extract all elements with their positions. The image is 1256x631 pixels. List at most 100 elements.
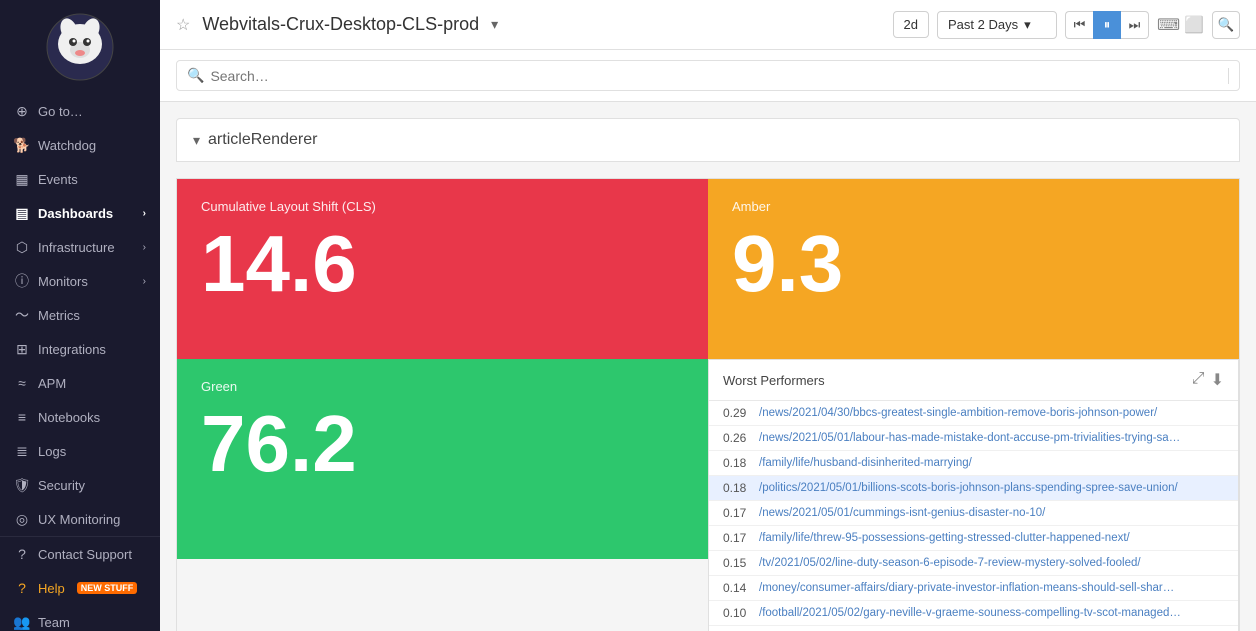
monitors-icon: ⓘ [14, 273, 30, 289]
wp-score-0: 0.29 [723, 406, 759, 420]
metric-label-green: Green [201, 379, 684, 394]
integrations-icon: ⊞ [14, 341, 30, 357]
prev-button[interactable]: ⏮ [1065, 11, 1093, 39]
wp-url-8[interactable]: /football/2021/05/02/gary-neville-v-grae… [759, 607, 1224, 619]
wp-url-6[interactable]: /tv/2021/05/02/line-duty-season-6-episod… [759, 557, 1224, 569]
wp-score-4: 0.17 [723, 506, 759, 520]
wp-row-9[interactable]: 0.07 /business/2021/05/02/bidens-bazooka… [709, 626, 1238, 631]
wp-row-4[interactable]: 0.17 /news/2021/05/01/cummings-isnt-geni… [709, 501, 1238, 526]
monitors-chevron: › [143, 276, 146, 287]
wp-row-7[interactable]: 0.14 /money/consumer-affairs/diary-priva… [709, 576, 1238, 601]
keyboard-shortcut-icon[interactable]: ⌨ [1157, 15, 1180, 35]
sidebar-item-help[interactable]: ? Help NEW STUFF [0, 571, 160, 605]
time-selector-chevron-icon: ▾ [1024, 17, 1031, 33]
watchdog-icon: 🐕 [14, 137, 30, 153]
wp-row-5[interactable]: 0.17 /family/life/threw-95-possessions-g… [709, 526, 1238, 551]
sidebar-item-team[interactable]: 👥 Team [0, 605, 160, 631]
metrics-icon: 〜 [14, 307, 30, 323]
favorite-star-icon[interactable]: ☆ [176, 15, 190, 35]
ux-monitoring-icon: ◎ [14, 511, 30, 527]
wp-url-5[interactable]: /family/life/threw-95-possessions-gettin… [759, 532, 1224, 544]
sidebar-item-ux-monitoring[interactable]: ◎ UX Monitoring [0, 502, 160, 536]
sidebar-item-watchdog[interactable]: 🐕 Watchdog [0, 128, 160, 162]
section-header: ▾ articleRenderer [176, 118, 1240, 162]
search-bar: 🔍 [160, 50, 1256, 102]
wp-score-3: 0.18 [723, 481, 759, 495]
keyboard-icons: ⌨ ⬜ [1157, 15, 1204, 35]
metric-card-amber: Amber 9.3 [708, 179, 1239, 359]
goto-icon: ⊕ [14, 103, 30, 119]
apm-icon: ≈ [14, 375, 30, 391]
sidebar-item-goto[interactable]: ⊕ Go to… [0, 94, 160, 128]
sidebar: ⊕ Go to… 🐕 Watchdog ▦ Events ▤ Dashboard… [0, 0, 160, 631]
sidebar-item-security[interactable]: 🛡 Security [0, 468, 160, 502]
sidebar-item-logs[interactable]: ≣ Logs [0, 434, 160, 468]
time-range-selector[interactable]: Past 2 Days ▾ [937, 11, 1057, 39]
wp-row-8[interactable]: 0.10 /football/2021/05/02/gary-neville-v… [709, 601, 1238, 626]
search-input[interactable] [210, 68, 1222, 84]
wp-url-1[interactable]: /news/2021/05/01/labour-has-made-mistake… [759, 432, 1224, 444]
wp-score-5: 0.17 [723, 531, 759, 545]
title-chevron-icon[interactable]: ▾ [491, 16, 498, 33]
main-content: ☆ Webvitals-Crux-Desktop-CLS-prod ▾ 2d P… [160, 0, 1256, 631]
search-divider [1228, 68, 1229, 84]
worst-performers-header: Worst Performers ⤢ ⬇ [709, 360, 1238, 401]
wp-score-7: 0.14 [723, 581, 759, 595]
wp-url-2[interactable]: /family/life/husband-disinherited-marryi… [759, 457, 1224, 469]
notebooks-icon: ≡ [14, 409, 30, 425]
worst-performers-title: Worst Performers [723, 373, 825, 388]
metric-card-green: Green 76.2 [177, 359, 708, 559]
sidebar-item-monitors[interactable]: ⓘ Monitors › [0, 264, 160, 298]
sidebar-item-integrations[interactable]: ⊞ Integrations [0, 332, 160, 366]
section-title: articleRenderer [208, 131, 317, 149]
play-pause-button[interactable]: ⏸ [1093, 11, 1121, 39]
wp-url-4[interactable]: /news/2021/05/01/cummings-isnt-genius-di… [759, 507, 1224, 519]
header-controls: 2d Past 2 Days ▾ ⏮ ⏸ ⏭ ⌨ ⬜ 🔍 [893, 11, 1240, 39]
events-icon: ▦ [14, 171, 30, 187]
wp-row-1[interactable]: 0.26 /news/2021/05/01/labour-has-made-mi… [709, 426, 1238, 451]
dashboards-icon: ▤ [14, 205, 30, 221]
download-icon[interactable]: ⬇ [1211, 370, 1224, 390]
worst-performers-rows: 0.29 /news/2021/04/30/bbcs-greatest-sing… [709, 401, 1238, 631]
playback-controls: ⏮ ⏸ ⏭ [1065, 11, 1149, 39]
header-search-button[interactable]: 🔍 [1212, 11, 1240, 39]
sidebar-logo [0, 0, 160, 94]
sidebar-navigation: ⊕ Go to… 🐕 Watchdog ▦ Events ▤ Dashboard… [0, 94, 160, 631]
wp-score-6: 0.15 [723, 556, 759, 570]
help-new-badge: NEW STUFF [77, 582, 138, 594]
expand-icon[interactable]: ⤢ [1192, 370, 1205, 390]
search-magnifier-icon: 🔍 [187, 67, 204, 84]
wp-url-7[interactable]: /money/consumer-affairs/diary-private-in… [759, 582, 1224, 594]
team-icon: 👥 [14, 614, 30, 630]
dashboards-chevron: › [143, 208, 146, 219]
infrastructure-icon: ⬡ [14, 239, 30, 255]
next-button[interactable]: ⏭ [1121, 11, 1149, 39]
security-icon: 🛡 [14, 477, 30, 493]
sidebar-item-infrastructure[interactable]: ⬡ Infrastructure › [0, 230, 160, 264]
wp-row-0[interactable]: 0.29 /news/2021/04/30/bbcs-greatest-sing… [709, 401, 1238, 426]
wp-url-0[interactable]: /news/2021/04/30/bbcs-greatest-single-am… [759, 407, 1224, 419]
sidebar-item-apm[interactable]: ≈ APM [0, 366, 160, 400]
worst-performers-panel: Worst Performers ⤢ ⬇ 0.29 /news/2021/04/… [708, 359, 1239, 631]
search-input-wrap: 🔍 [176, 60, 1240, 91]
metric-value-amber: 9.3 [732, 224, 1215, 304]
sidebar-item-dashboards[interactable]: ▤ Dashboards › [0, 196, 160, 230]
wp-url-3[interactable]: /politics/2021/05/01/billions-scots-bori… [759, 482, 1224, 494]
wp-row-3[interactable]: 0.18 /politics/2021/05/01/billions-scots… [709, 476, 1238, 501]
section-collapse-icon[interactable]: ▾ [193, 132, 200, 149]
metric-value-green: 76.2 [201, 404, 684, 484]
dashboard-area: ▾ articleRenderer Cumulative Layout Shif… [160, 102, 1256, 631]
wp-score-8: 0.10 [723, 606, 759, 620]
sidebar-item-contact-support[interactable]: ? Contact Support [0, 537, 160, 571]
sidebar-item-notebooks[interactable]: ≡ Notebooks [0, 400, 160, 434]
wp-score-1: 0.26 [723, 431, 759, 445]
sidebar-item-events[interactable]: ▦ Events [0, 162, 160, 196]
worst-performers-actions: ⤢ ⬇ [1192, 370, 1224, 390]
sidebar-item-metrics[interactable]: 〜 Metrics [0, 298, 160, 332]
fullscreen-icon[interactable]: ⬜ [1184, 15, 1204, 35]
metric-card-cls: Cumulative Layout Shift (CLS) 14.6 [177, 179, 708, 359]
wp-row-2[interactable]: 0.18 /family/life/husband-disinherited-m… [709, 451, 1238, 476]
time-range-short-button[interactable]: 2d [893, 11, 929, 38]
wp-row-6[interactable]: 0.15 /tv/2021/05/02/line-duty-season-6-e… [709, 551, 1238, 576]
metric-label-amber: Amber [732, 199, 1215, 214]
